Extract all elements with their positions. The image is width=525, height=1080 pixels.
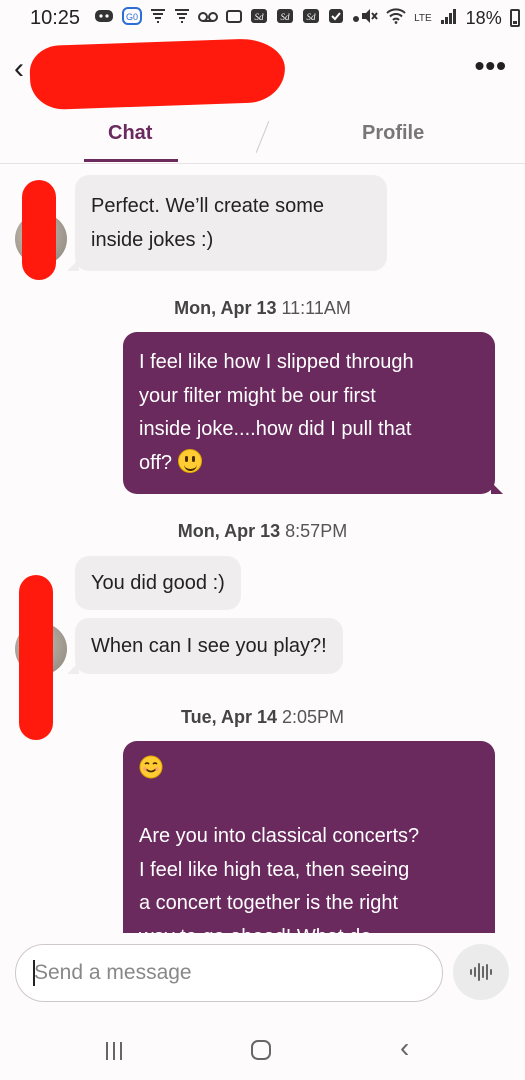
battery-icon [509, 9, 520, 27]
status-time: 10:25 [30, 6, 81, 29]
message-line: your filter might be our first [139, 384, 376, 407]
svg-text:Sd: Sd [307, 12, 317, 22]
active-tab-indicator [84, 159, 178, 162]
timestamp: Tue, Apr 14 2:05PM [0, 707, 525, 728]
checkbox-icon [328, 8, 344, 28]
discord-icon [94, 8, 114, 28]
signal-icon [440, 8, 458, 28]
app-badge-icon: Sd [250, 8, 268, 28]
message-line: Are you into classical concerts? [139, 825, 420, 847]
lte-label: LTE [414, 12, 432, 24]
notification-icon [150, 8, 166, 28]
outgoing-message[interactable]: I feel like how I slipped through your f… [123, 332, 503, 494]
notification-icon-2 [174, 8, 190, 28]
app-icon: G0 [122, 7, 143, 29]
chat-header: ‹ ••• [0, 36, 525, 111]
message-composer [15, 944, 443, 1002]
message-line: inside jokes :) [91, 229, 214, 251]
message-line: a concert together is the right [139, 892, 399, 914]
avatar-redaction [22, 180, 56, 280]
chat-screen: 10:25 G0 Sd Sd Sd LTE 18% ‹ ••• Chat Pro… [0, 0, 525, 1080]
timestamp-time: 11:11AM [281, 298, 351, 318]
voice-waveform-icon [470, 963, 492, 981]
message-line: I feel like how I slipped through [139, 351, 414, 373]
timestamp-time: 8:57PM [285, 521, 348, 541]
app-badge-icon-3: Sd [302, 8, 320, 28]
nav-back-icon[interactable]: ‹ [400, 1034, 409, 1062]
svg-text:G0: G0 [126, 12, 138, 22]
wifi-icon [386, 8, 406, 28]
message-line [139, 753, 479, 787]
timestamp-day: Mon, Apr 13 [174, 298, 277, 318]
tab-divider [255, 121, 270, 153]
tab-bar: Chat Profile [0, 106, 525, 164]
contact-name-redaction[interactable] [28, 37, 287, 111]
message-line: off? [139, 447, 479, 481]
message-input[interactable] [34, 945, 424, 1001]
tab-chat[interactable]: Chat [108, 122, 152, 145]
text-cursor [33, 960, 35, 986]
tab-profile[interactable]: Profile [362, 122, 424, 145]
wallet-icon [226, 8, 243, 28]
svg-text:Sd: Sd [255, 12, 265, 22]
more-options-icon[interactable]: ••• [475, 52, 507, 80]
outgoing-message[interactable]: Are you into classical concerts? I feel … [123, 741, 495, 933]
message-line: way to go ahead! What do [139, 921, 479, 934]
message-text: When can I see you play?! [91, 635, 327, 657]
home-icon[interactable] [251, 1040, 271, 1060]
voicemail-icon [198, 10, 219, 27]
message-line: I feel like high tea, then seeing [139, 858, 410, 881]
status-right: LTE 18% [360, 8, 520, 29]
dot-icon [352, 10, 360, 27]
timestamp-day: Tue, Apr 14 [180, 707, 277, 727]
smiling-face-icon [139, 755, 163, 779]
timestamp-time: 2:05PM [282, 707, 345, 727]
system-nav-bar: ‹ [0, 1020, 525, 1080]
incoming-message[interactable]: When can I see you play?! [67, 618, 343, 674]
timestamp: Mon, Apr 13 8:57PM [0, 521, 525, 542]
status-bar: 10:25 G0 Sd Sd Sd LTE 18% [0, 0, 525, 36]
message-text: off? [139, 451, 172, 474]
svg-text:Sd: Sd [281, 12, 291, 22]
message-list[interactable]: Perfect. We’ll create some inside jokes … [0, 165, 525, 933]
message-text: You did good :) [91, 572, 225, 594]
battery-percent: 18% [465, 7, 502, 28]
app-badge-icon-2: Sd [276, 8, 294, 28]
message-line: Perfect. We’ll create some [91, 195, 325, 217]
timestamp: Mon, Apr 13 11:11AM [0, 298, 525, 319]
recent-apps-icon[interactable] [106, 1042, 124, 1060]
grinning-face-icon [177, 448, 202, 473]
message-line: inside joke....how did I pull that [139, 418, 412, 440]
back-arrow-icon[interactable]: ‹ [14, 54, 24, 84]
voice-message-button[interactable] [453, 944, 509, 1000]
incoming-message[interactable]: Perfect. We’ll create some inside jokes … [67, 175, 387, 271]
timestamp-day: Mon, Apr 13 [177, 521, 281, 541]
incoming-message[interactable]: You did good :) [75, 556, 241, 610]
mute-icon [360, 8, 378, 28]
status-left: 10:25 G0 Sd Sd Sd [30, 7, 360, 30]
